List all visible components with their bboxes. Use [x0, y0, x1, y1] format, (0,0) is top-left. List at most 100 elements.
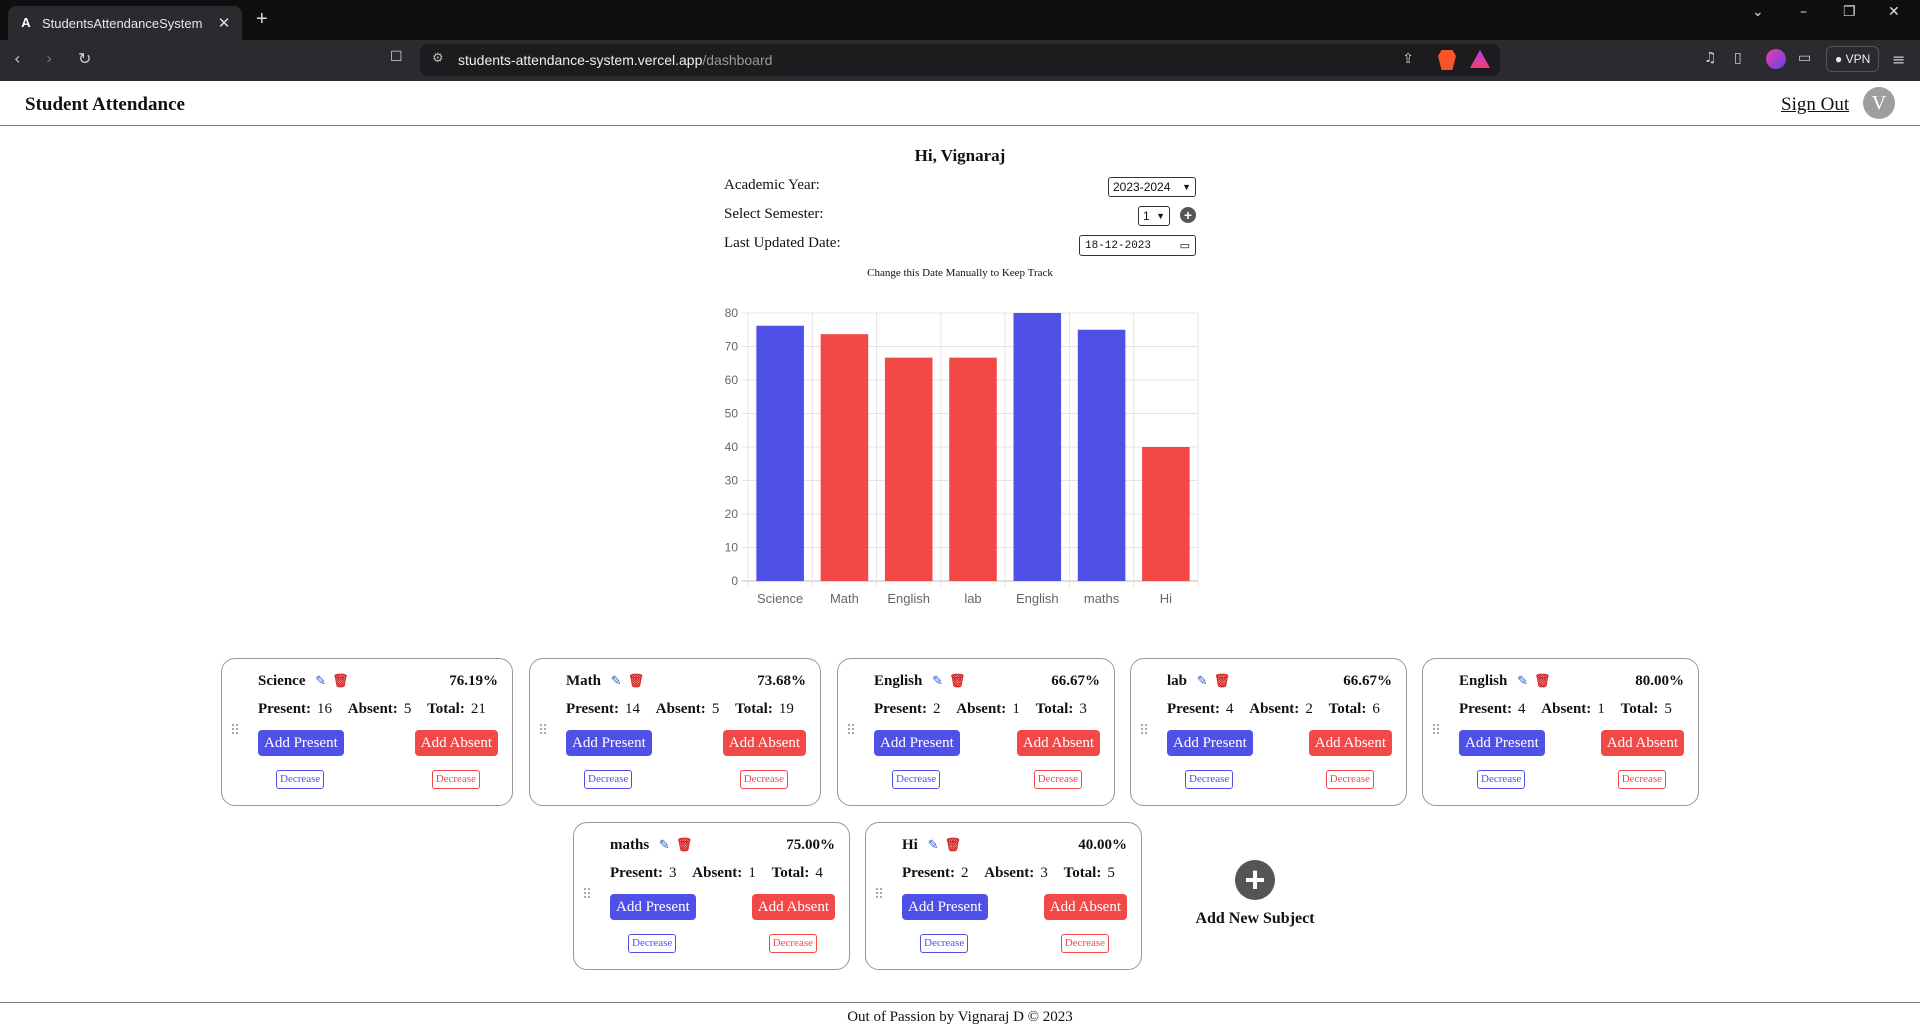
- avatar[interactable]: V: [1863, 87, 1895, 119]
- add-present-button[interactable]: Add Present: [258, 730, 344, 756]
- restore-icon[interactable]: ❐: [1843, 4, 1856, 20]
- edit-icon[interactable]: ✎: [659, 838, 670, 853]
- add-semester-icon[interactable]: +: [1180, 207, 1196, 223]
- edit-icon[interactable]: ✎: [1197, 674, 1208, 689]
- decrease-present-button[interactable]: Decrease: [628, 934, 677, 953]
- browser-tab[interactable]: A StudentsAttendanceSystem ✕: [8, 6, 242, 40]
- total-count: 19: [778, 701, 794, 717]
- total-count: 5: [1107, 865, 1115, 881]
- decrease-absent-button[interactable]: Decrease: [431, 770, 480, 789]
- edit-icon[interactable]: ✎: [315, 674, 326, 689]
- edit-icon[interactable]: ✎: [928, 838, 939, 853]
- trash-icon[interactable]: 🗑: [1534, 674, 1551, 689]
- add-absent-button[interactable]: Add Absent: [722, 730, 806, 756]
- sign-out-link[interactable]: Sign Out: [1781, 94, 1849, 116]
- vpn-button[interactable]: ● VPN: [1826, 46, 1880, 72]
- trash-icon[interactable]: 🗑: [332, 674, 349, 689]
- trash-icon[interactable]: 🗑: [945, 838, 962, 853]
- profile-icon[interactable]: [1766, 49, 1786, 69]
- chart-bar: [756, 325, 804, 581]
- decrease-present-button[interactable]: Decrease: [276, 770, 325, 789]
- drag-handle-icon[interactable]: ⠿: [582, 887, 592, 903]
- edit-icon[interactable]: ✎: [932, 674, 943, 689]
- trash-icon[interactable]: 🗑: [1214, 674, 1231, 689]
- site-settings-icon[interactable]: ⚙: [432, 51, 444, 66]
- academic-year-label: Academic Year:: [724, 177, 820, 193]
- attendance-percent: 40.00%: [1078, 837, 1127, 853]
- forward-icon[interactable]: ›: [46, 49, 52, 68]
- add-present-button[interactable]: Add Present: [902, 894, 988, 920]
- share-icon[interactable]: ⇪: [1402, 51, 1414, 67]
- add-new-subject[interactable]: + Add New Subject: [1190, 860, 1320, 928]
- sidebar-icon[interactable]: ▯: [1734, 50, 1742, 66]
- address-bar[interactable]: ⚙ students-attendance-system.vercel.app/…: [420, 44, 1500, 76]
- bookmark-icon[interactable]: ☐: [390, 49, 403, 65]
- media-icon[interactable]: ♫: [1704, 50, 1717, 66]
- absent-count: 1: [1012, 701, 1020, 717]
- window-close-icon[interactable]: ✕: [1888, 4, 1900, 20]
- chart-bar: [1077, 329, 1126, 581]
- tab-close-icon[interactable]: ✕: [216, 14, 232, 32]
- add-present-button[interactable]: Add Present: [566, 730, 652, 756]
- decrease-present-button[interactable]: Decrease: [584, 770, 633, 789]
- decrease-present-button[interactable]: Decrease: [892, 770, 941, 789]
- url-text: students-attendance-system.vercel.app/da…: [458, 52, 773, 68]
- add-absent-button[interactable]: Add Absent: [751, 894, 835, 920]
- decrease-present-button[interactable]: Decrease: [1477, 770, 1526, 789]
- add-absent-button[interactable]: Add Absent: [1043, 894, 1127, 920]
- decrease-absent-button[interactable]: Decrease: [1617, 770, 1666, 789]
- drag-handle-icon[interactable]: ⠿: [230, 723, 240, 739]
- brave-rewards-icon[interactable]: [1470, 50, 1490, 68]
- add-present-button[interactable]: Add Present: [874, 730, 960, 756]
- add-absent-button[interactable]: Add Absent: [1600, 730, 1684, 756]
- new-tab-icon[interactable]: +: [256, 8, 268, 31]
- y-tick-label: 40: [725, 440, 739, 454]
- attendance-stats: Present: 14 Absent: 5 Total: 19: [566, 701, 794, 718]
- add-absent-button[interactable]: Add Absent: [1308, 730, 1392, 756]
- x-tick-label: lab: [964, 591, 981, 606]
- minimize-icon[interactable]: –: [1800, 4, 1807, 20]
- wallet-icon[interactable]: ▭: [1798, 50, 1811, 66]
- semester-select[interactable]: 1 ▼: [1138, 206, 1170, 226]
- edit-icon[interactable]: ✎: [611, 674, 622, 689]
- drag-handle-icon[interactable]: ⠿: [846, 723, 856, 739]
- edit-icon[interactable]: ✎: [1517, 674, 1528, 689]
- tab-search-chevron-icon[interactable]: ⌄: [1752, 4, 1764, 20]
- last-updated-date-input[interactable]: 18-12-2023 ▭: [1079, 235, 1196, 256]
- attendance-stats: Present: 2 Absent: 3 Total: 5: [902, 865, 1115, 882]
- academic-year-select[interactable]: 2023-2024 ▼: [1108, 177, 1196, 197]
- brave-shields-icon[interactable]: [1438, 50, 1456, 70]
- decrease-absent-button[interactable]: Decrease: [768, 934, 817, 953]
- present-count: 16: [317, 701, 333, 717]
- attendance-stats: Present: 4 Absent: 1 Total: 5: [1459, 701, 1672, 718]
- add-present-button[interactable]: Add Present: [1459, 730, 1545, 756]
- drag-handle-icon[interactable]: ⠿: [538, 723, 548, 739]
- decrease-absent-button[interactable]: Decrease: [1060, 934, 1109, 953]
- attendance-percent: 80.00%: [1635, 673, 1684, 689]
- back-icon[interactable]: ‹: [14, 49, 20, 68]
- decrease-absent-button[interactable]: Decrease: [1325, 770, 1374, 789]
- decrease-absent-button[interactable]: Decrease: [1033, 770, 1082, 789]
- menu-icon[interactable]: ≡: [1892, 50, 1905, 69]
- greeting: Hi, Vignaraj: [914, 146, 1006, 165]
- decrease-absent-button[interactable]: Decrease: [739, 770, 788, 789]
- decrease-present-button[interactable]: Decrease: [1185, 770, 1234, 789]
- decrease-present-button[interactable]: Decrease: [920, 934, 969, 953]
- trash-icon[interactable]: 🗑: [676, 838, 693, 853]
- trash-icon[interactable]: 🗑: [628, 674, 645, 689]
- plus-icon[interactable]: +: [1235, 860, 1275, 900]
- add-absent-button[interactable]: Add Absent: [1016, 730, 1100, 756]
- add-absent-button[interactable]: Add Absent: [414, 730, 498, 756]
- add-present-button[interactable]: Add Present: [1167, 730, 1253, 756]
- total-label: Total:: [771, 865, 810, 881]
- y-tick-label: 80: [725, 306, 739, 320]
- drag-handle-icon[interactable]: ⠿: [1431, 723, 1441, 739]
- trash-icon[interactable]: 🗑: [949, 674, 966, 689]
- reload-icon[interactable]: ↻: [78, 49, 91, 68]
- drag-handle-icon[interactable]: ⠿: [1139, 723, 1149, 739]
- attendance-percent: 75.00%: [786, 837, 835, 853]
- add-present-button[interactable]: Add Present: [610, 894, 696, 920]
- present-count: 14: [625, 701, 641, 717]
- drag-handle-icon[interactable]: ⠿: [874, 887, 884, 903]
- chart-x-ticks: Science Math English lab English maths Hi: [757, 591, 1172, 606]
